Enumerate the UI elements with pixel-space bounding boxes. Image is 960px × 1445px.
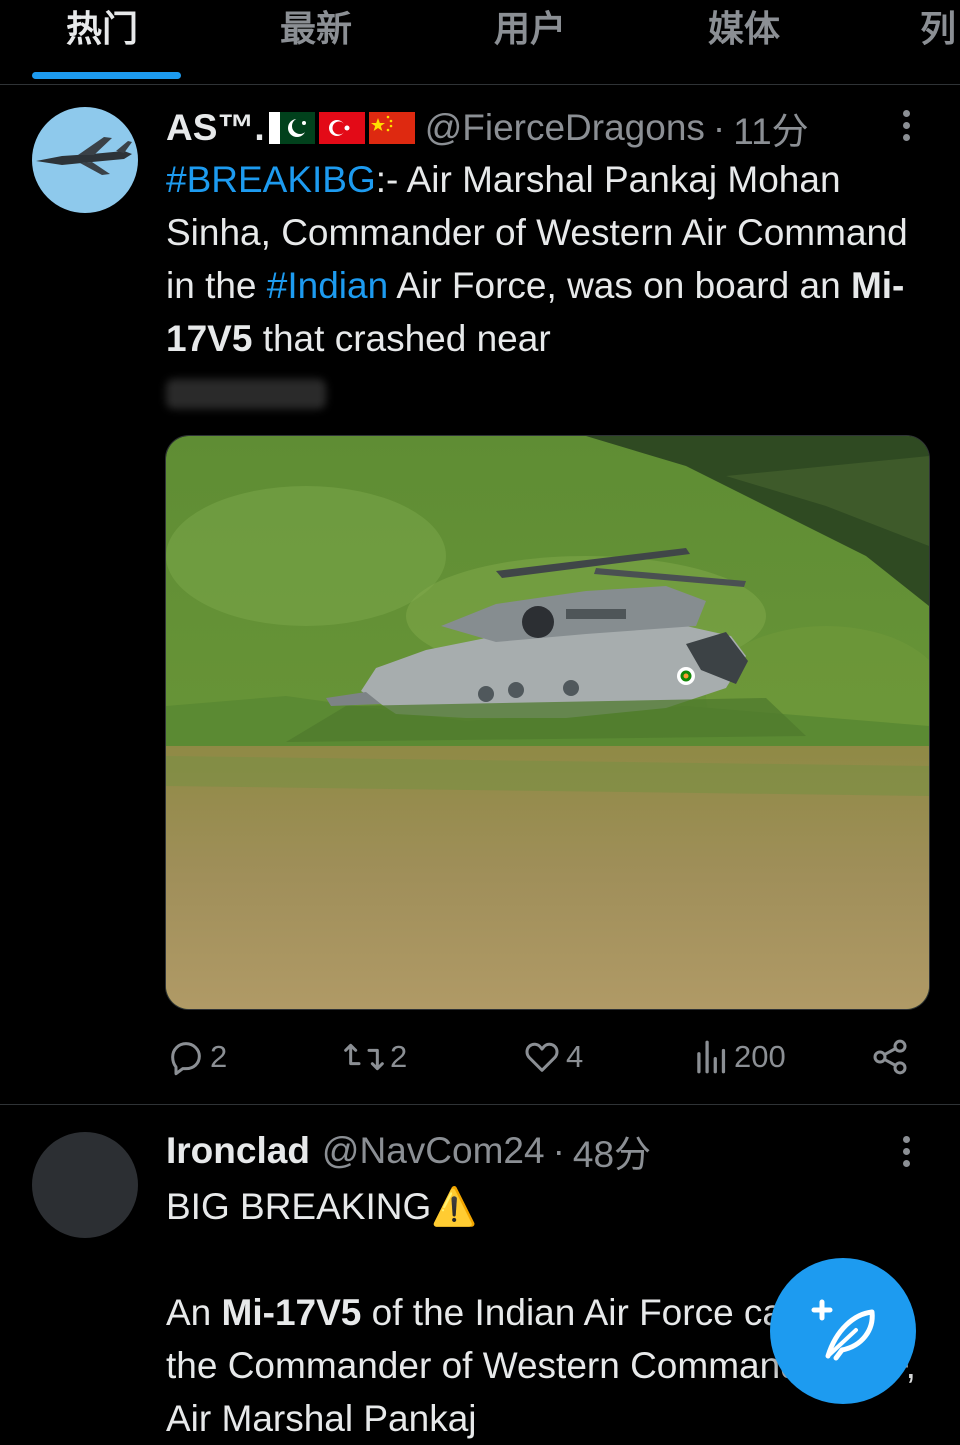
warning-icon: ⚠️ — [431, 1186, 478, 1227]
author-handle[interactable]: @NavCom24 — [322, 1130, 545, 1172]
flag-china-icon — [368, 112, 415, 144]
reply-button[interactable]: 2 — [166, 1035, 227, 1079]
more-options-icon[interactable] — [896, 1136, 916, 1172]
reply-icon — [171, 1042, 201, 1076]
top-tab-bar: 热门 最新 用户 媒体 列 — [0, 0, 960, 85]
flag-turkey-icon — [318, 112, 365, 144]
views-count: 200 — [734, 1039, 786, 1074]
heart-icon — [525, 1042, 559, 1072]
share-button[interactable] — [870, 1035, 910, 1079]
hashtag-link[interactable]: #Indian — [267, 265, 388, 306]
redacted-text — [166, 379, 326, 410]
tweet-text-segment: Air Force, was on board an — [388, 265, 851, 306]
retweet-button[interactable]: 2 — [342, 1035, 407, 1079]
tab-people[interactable]: 用户 — [494, 0, 566, 52]
avatar[interactable] — [32, 107, 138, 213]
compose-button[interactable] — [770, 1258, 916, 1404]
tab-latest[interactable]: 最新 — [280, 0, 352, 52]
tweet[interactable]: AS™. @FierceDragons · 11分 #BREAKIBG:- Ai… — [0, 85, 960, 1105]
tweet-text-segment: that crashed near — [252, 318, 551, 359]
tweet-actions-bar: 2 2 4 200 — [166, 1035, 926, 1079]
tweet-text-segment: BIG BREAKING — [166, 1186, 432, 1227]
flag-emojis — [268, 112, 415, 144]
like-button[interactable]: 4 — [522, 1035, 583, 1079]
tab-lists[interactable]: 列 — [920, 0, 956, 52]
tweet-time[interactable]: 48分 — [573, 1124, 651, 1178]
tab-media[interactable]: 媒体 — [708, 0, 780, 52]
tweet-text: #BREAKIBG:- Air Marshal Pankaj Mohan Sin… — [166, 153, 926, 418]
views-button[interactable]: 200 — [694, 1035, 786, 1079]
author-name[interactable]: Ironclad — [166, 1130, 310, 1172]
author-handle[interactable]: @FierceDragons — [425, 107, 705, 149]
compose-feather-icon — [811, 1299, 875, 1361]
tweet-text-segment: An — [166, 1292, 222, 1333]
retweet-count: 2 — [390, 1039, 408, 1074]
helicopter-crash-photo — [166, 436, 929, 1009]
tweet-text-bold: Mi-17V5 — [221, 1292, 362, 1333]
author-name[interactable]: AS™. — [166, 107, 265, 149]
tweet-media-photo[interactable] — [165, 435, 930, 1010]
active-tab-indicator — [32, 72, 181, 79]
views-chart-icon — [697, 1040, 726, 1074]
tweet-time[interactable]: 11分 — [733, 101, 808, 155]
tweet-header: Ironclad @NavCom24 · 48分 — [166, 1126, 651, 1176]
separator-dot: · — [552, 1130, 565, 1171]
hashtag-link[interactable]: #BREAKIBG — [166, 159, 376, 200]
reply-count: 2 — [210, 1039, 228, 1074]
tweet-header: AS™. @FierceDragons · 11分 — [166, 103, 809, 153]
more-options-icon[interactable] — [896, 110, 916, 146]
separator-dot: · — [712, 107, 726, 148]
fighter-jet-icon — [36, 137, 132, 175]
retweet-icon — [344, 1043, 384, 1071]
flag-pakistan-icon — [268, 112, 315, 144]
share-icon — [873, 1039, 907, 1075]
tab-trending[interactable]: 热门 — [66, 0, 138, 52]
like-count: 4 — [566, 1039, 584, 1074]
avatar[interactable] — [32, 1132, 138, 1238]
